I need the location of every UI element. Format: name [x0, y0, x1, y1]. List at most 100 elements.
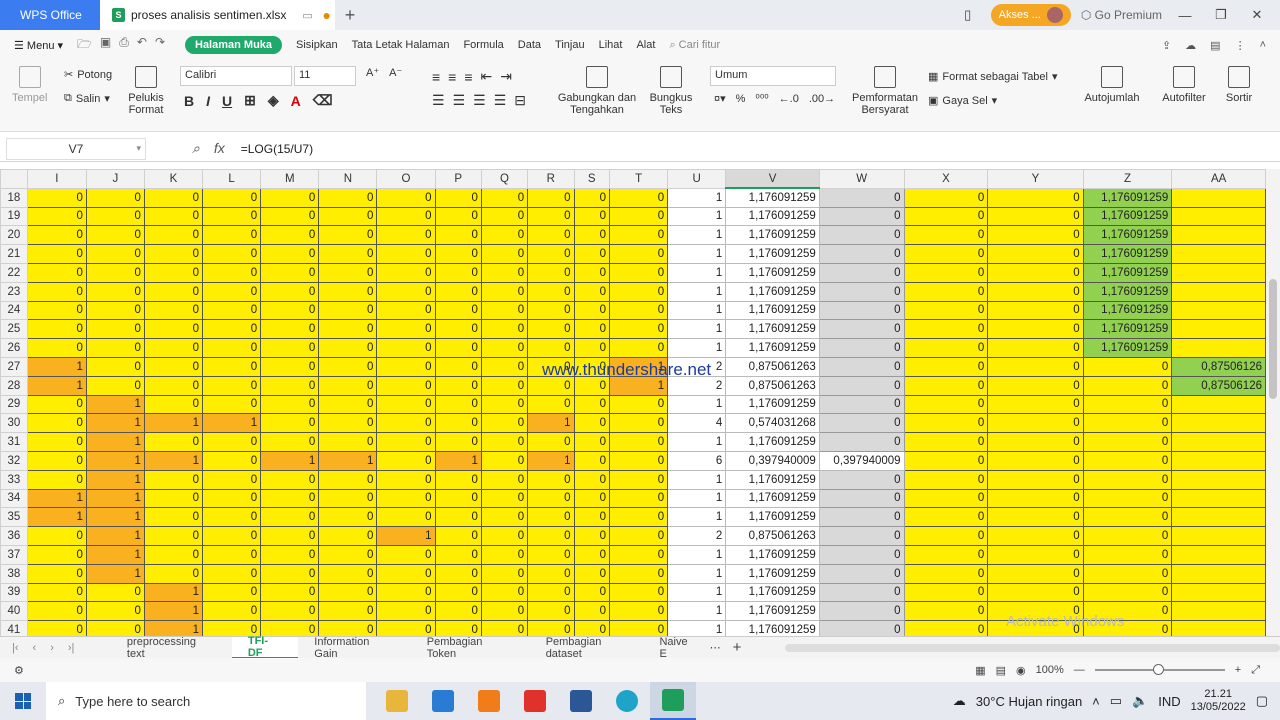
cell-r[interactable]: 0 [527, 507, 575, 528]
row-header[interactable]: 26 [0, 338, 28, 358]
cell-u[interactable]: 1 [667, 582, 727, 603]
cell-p[interactable]: 0 [434, 544, 482, 565]
row-header[interactable]: 38 [0, 563, 28, 584]
cell-q[interactable]: 0 [480, 563, 529, 584]
cell-q[interactable]: 0 [480, 375, 529, 396]
cell-x[interactable]: 0 [903, 488, 989, 509]
cell-l[interactable]: 1 [202, 413, 262, 434]
cell-v[interactable]: 1,176091259 [725, 300, 820, 321]
cell-k[interactable]: 0 [143, 394, 204, 415]
cell-y[interactable]: 0 [987, 206, 1084, 227]
cell-x[interactable]: 0 [903, 620, 989, 636]
bold-icon[interactable]: B [184, 93, 194, 109]
cell-p[interactable]: 0 [434, 413, 482, 434]
cell-q[interactable]: 0 [480, 206, 529, 227]
column-header-l[interactable]: L [202, 169, 262, 189]
cell-t[interactable]: 0 [609, 244, 669, 264]
wrap-text-button[interactable]: Bungkus Teks [646, 66, 696, 116]
indent-increase-icon[interactable]: ⇥ [500, 68, 512, 85]
cell-m[interactable]: 0 [260, 469, 320, 490]
cell-w[interactable]: 0 [818, 582, 905, 603]
cell-t[interactable]: 0 [609, 507, 669, 528]
cell-r[interactable]: 0 [527, 582, 575, 603]
cell-i[interactable]: 0 [26, 262, 87, 283]
cell-z[interactable]: 0 [1082, 356, 1173, 377]
row-header[interactable]: 34 [0, 488, 28, 509]
cell-aa[interactable] [1171, 488, 1266, 509]
zoom-slider[interactable] [1094, 664, 1225, 675]
menu-tata-letak[interactable]: Tata Letak Halaman [352, 39, 450, 51]
cell-s[interactable]: 0 [573, 281, 611, 302]
row-header[interactable]: 41 [0, 620, 28, 636]
column-header-o[interactable]: O [376, 169, 436, 189]
cell-o[interactable]: 0 [376, 300, 436, 321]
account-button[interactable]: Akses ... [990, 4, 1071, 26]
go-premium-button[interactable]: ⬡ Go Premium [1081, 8, 1162, 22]
row-header[interactable]: 36 [0, 526, 28, 546]
cell-aa[interactable] [1171, 469, 1266, 490]
cell-w[interactable]: 0 [818, 356, 905, 377]
cell-k[interactable]: 0 [143, 319, 204, 340]
cell-q[interactable]: 0 [480, 507, 529, 528]
row-header[interactable]: 29 [0, 394, 28, 415]
cell-q[interactable]: 0 [480, 469, 529, 490]
row-header[interactable]: 31 [0, 432, 28, 452]
weather-icon[interactable]: ☁ [953, 693, 966, 709]
row-header[interactable]: 27 [0, 356, 28, 377]
cell-v[interactable]: 1,176091259 [725, 507, 820, 528]
cell-n[interactable]: 0 [318, 281, 378, 302]
cell-x[interactable]: 0 [903, 601, 989, 622]
row-header[interactable]: 19 [0, 206, 28, 227]
font-color-icon[interactable]: A [291, 93, 301, 109]
cell-i[interactable]: 0 [26, 563, 87, 584]
cell-s[interactable]: 0 [573, 394, 611, 415]
vertical-scrollbar[interactable] [1266, 169, 1280, 636]
cell-s[interactable]: 0 [573, 488, 611, 509]
cell-k[interactable]: 0 [143, 187, 204, 208]
cell-aa[interactable] [1171, 394, 1266, 415]
cell-r[interactable]: 0 [527, 206, 575, 227]
cell-o[interactable]: 0 [376, 488, 436, 509]
cell-p[interactable]: 0 [434, 319, 482, 340]
cell-v[interactable]: 1,176091259 [725, 544, 820, 565]
cell-x[interactable]: 0 [903, 563, 989, 584]
cell-k[interactable]: 0 [143, 281, 204, 302]
cell-l[interactable]: 0 [202, 338, 262, 358]
monitor-icon[interactable]: ▭ [302, 9, 312, 22]
cell-v[interactable]: 1,176091259 [725, 620, 820, 636]
cell-p[interactable]: 0 [434, 225, 482, 246]
cell-m[interactable]: 0 [260, 319, 320, 340]
cell-p[interactable]: 0 [434, 432, 482, 452]
italic-icon[interactable]: I [206, 93, 210, 109]
formula-input[interactable]: =LOG(15/U7) [241, 142, 313, 156]
cell-w[interactable]: 0 [818, 601, 905, 622]
cell-s[interactable]: 0 [573, 507, 611, 528]
cell-m[interactable]: 0 [260, 563, 320, 584]
cell-n[interactable]: 0 [318, 225, 378, 246]
cell-j[interactable]: 0 [85, 601, 145, 622]
cell-style-button[interactable]: ▣ Gaya Sel ▾ [928, 94, 997, 108]
cell-j[interactable]: 0 [85, 582, 145, 603]
cell-z[interactable]: 1,176091259 [1082, 206, 1173, 227]
cell-x[interactable]: 0 [903, 507, 989, 528]
cell-s[interactable]: 0 [573, 225, 611, 246]
indent-decrease-icon[interactable]: ⇤ [481, 68, 493, 85]
cell-m[interactable]: 1 [260, 450, 320, 471]
cell-m[interactable]: 0 [260, 356, 320, 377]
cell-w[interactable]: 0 [818, 526, 905, 546]
cell-t[interactable]: 0 [609, 394, 669, 415]
distribute-icon[interactable]: ⊟ [514, 92, 526, 109]
font-name-select[interactable]: Calibri [180, 66, 292, 86]
merge-center-button[interactable]: Gabungkan dan Tengahkan [554, 66, 640, 116]
cell-w[interactable]: 0 [818, 187, 905, 208]
cell-j[interactable]: 1 [85, 563, 145, 584]
cell-t[interactable]: 0 [609, 582, 669, 603]
cell-s[interactable]: 0 [573, 262, 611, 283]
cell-t[interactable]: 0 [609, 601, 669, 622]
cell-y[interactable]: 0 [987, 488, 1084, 509]
cell-x[interactable]: 0 [903, 356, 989, 377]
cell-j[interactable]: 0 [85, 338, 145, 358]
cell-u[interactable]: 4 [667, 413, 727, 434]
cell-t[interactable]: 0 [609, 281, 669, 302]
cell-j[interactable]: 0 [85, 319, 145, 340]
